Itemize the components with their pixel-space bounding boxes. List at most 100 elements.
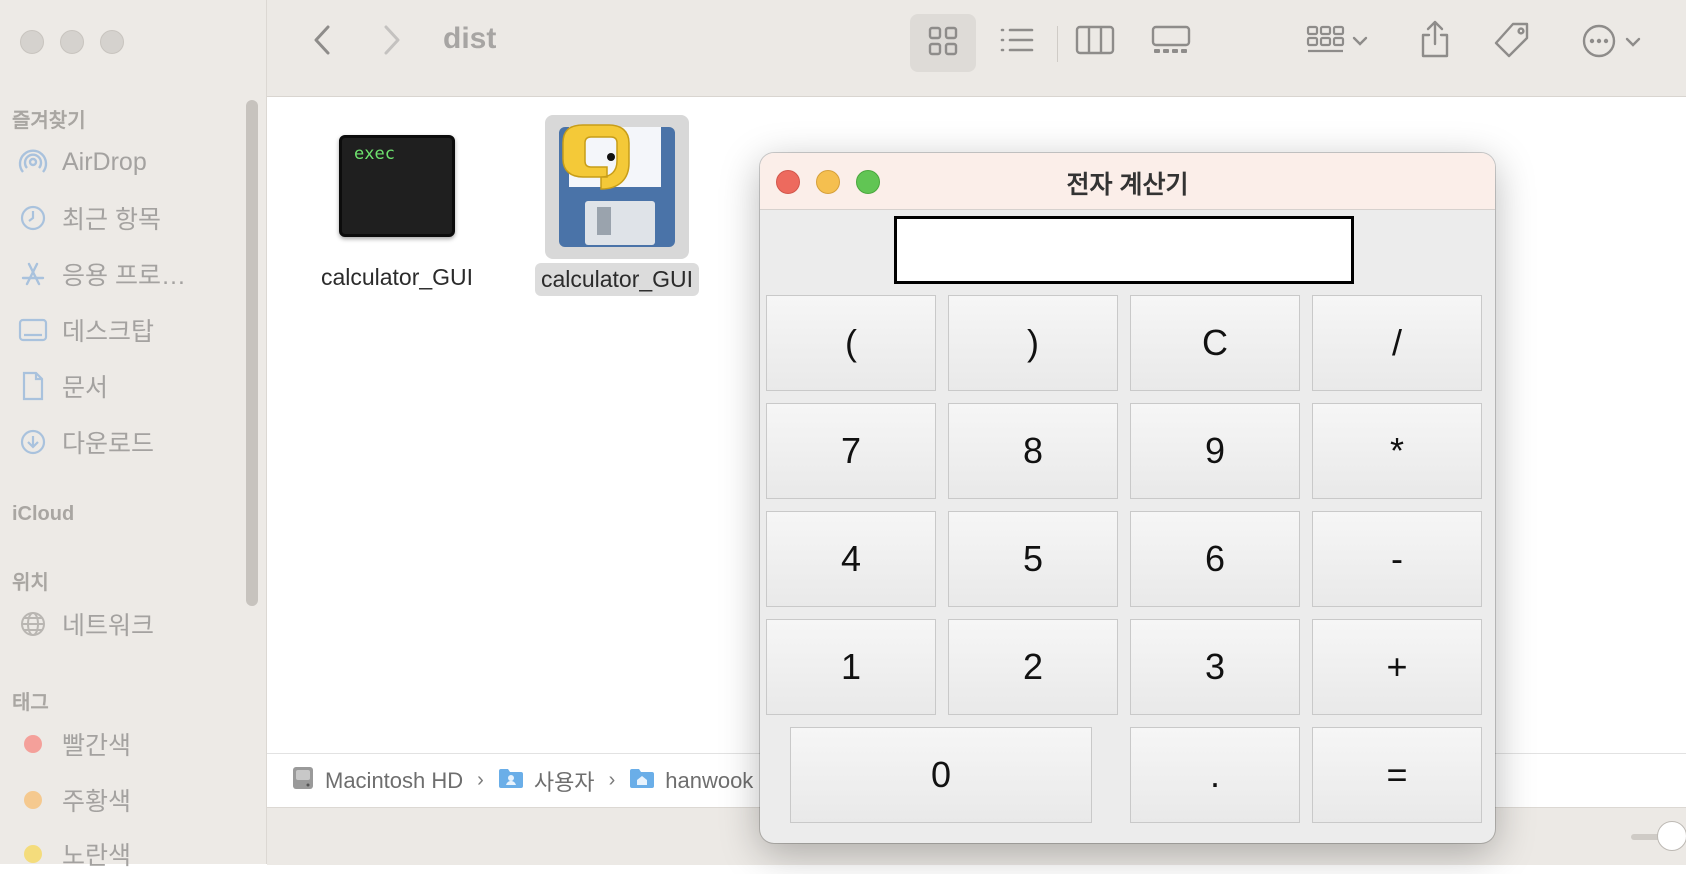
- columns-icon: [1075, 24, 1115, 61]
- folder-title: dist: [443, 22, 497, 55]
- path-segment-home[interactable]: hanwook: [629, 767, 753, 795]
- list-icon: [999, 26, 1035, 59]
- chevron-left-icon: [313, 24, 331, 61]
- ellipsis-circle-icon: [1581, 23, 1617, 64]
- finder-toolbar: dist: [267, 0, 1686, 97]
- sidebar-item-label: 최근 항목: [62, 206, 161, 234]
- key-7[interactable]: 7: [766, 403, 936, 499]
- sidebar-item-label: 네트워크: [62, 612, 155, 640]
- sidebar-item-label: 다운로드: [62, 430, 155, 458]
- sidebar-item-network[interactable]: 네트워크: [18, 604, 154, 644]
- sidebar-item-tag-orange[interactable]: 주황색: [18, 780, 131, 820]
- grid-icon: [927, 25, 959, 62]
- sidebar-item-recents[interactable]: 최근 항목: [18, 198, 161, 238]
- share-icon: [1419, 19, 1451, 64]
- sidebar-item-label: 데스크탑: [62, 318, 155, 346]
- tags-button[interactable]: [1489, 20, 1535, 64]
- sidebar-item-label: 주황색: [62, 788, 132, 816]
- favorites-header: 즐겨찾기: [12, 110, 86, 132]
- sidebar-item-airdrop[interactable]: AirDrop: [18, 142, 147, 182]
- key-close-paren[interactable]: ): [948, 295, 1118, 391]
- sidebar-item-desktop[interactable]: 데스크탑: [18, 310, 154, 350]
- tag-dot-orange-icon: [18, 785, 48, 815]
- icloud-header: iCloud: [12, 503, 75, 525]
- sidebar-item-label: AirDrop: [62, 147, 147, 176]
- exec-terminal-icon: exec: [339, 135, 455, 237]
- finder-sidebar: 즐겨찾기 AirDrop 최근 항목 응용 프로… 데스크탑 문서 다운로드 i…: [0, 0, 267, 870]
- sidebar-item-tag-yellow[interactable]: 노란색: [18, 834, 131, 874]
- window-close-button-inactive[interactable]: [20, 30, 44, 54]
- gallery-view-button[interactable]: [1149, 22, 1193, 62]
- key-open-paren[interactable]: (: [766, 295, 936, 391]
- sidebar-scrollbar[interactable]: [246, 100, 258, 606]
- chevron-right-icon: [383, 24, 401, 61]
- chevron-right-icon: ›: [477, 769, 484, 791]
- gallery-icon: [1151, 24, 1191, 61]
- calculator-display[interactable]: [894, 216, 1354, 284]
- key-3[interactable]: 3: [1130, 619, 1300, 715]
- users-folder-icon: [498, 767, 524, 795]
- key-multiply[interactable]: *: [1312, 403, 1482, 499]
- column-view-button[interactable]: [1073, 22, 1117, 62]
- file-item-exec[interactable]: exec calculator_GUI: [307, 127, 487, 294]
- tag-icon: [1492, 20, 1532, 65]
- path-segment-users[interactable]: 사용자: [498, 765, 595, 797]
- tag-dot-yellow-icon: [18, 839, 48, 869]
- locations-header: 위치: [12, 572, 49, 594]
- sidebar-item-label: 노란색: [62, 842, 132, 870]
- forward-button[interactable]: [377, 24, 407, 60]
- icon-view-button[interactable]: [910, 14, 976, 72]
- key-clear[interactable]: C: [1130, 295, 1300, 391]
- window-minimize-button-inactive[interactable]: [60, 30, 84, 54]
- group-grid-icon: [1306, 24, 1346, 61]
- key-2[interactable]: 2: [948, 619, 1118, 715]
- sidebar-item-label: 문서: [62, 374, 109, 402]
- zoom-slider-knob[interactable]: [1657, 821, 1686, 851]
- calculator-title: 전자 계산기: [1066, 171, 1189, 199]
- globe-icon: [18, 609, 48, 639]
- key-minus[interactable]: -: [1312, 511, 1482, 607]
- sidebar-item-tag-red[interactable]: 빨간색: [18, 724, 131, 764]
- sidebar-item-documents[interactable]: 문서: [18, 366, 108, 406]
- list-view-button[interactable]: [995, 22, 1039, 62]
- key-equals[interactable]: =: [1312, 727, 1482, 823]
- share-button[interactable]: [1413, 18, 1457, 64]
- sidebar-item-applications[interactable]: 응용 프로…: [18, 254, 186, 294]
- key-8[interactable]: 8: [948, 403, 1118, 499]
- clock-icon: [18, 203, 48, 233]
- key-1[interactable]: 1: [766, 619, 936, 715]
- tags-header: 태그: [12, 692, 49, 714]
- sidebar-item-label: 응용 프로…: [62, 262, 186, 290]
- sidebar-item-label: 빨간색: [62, 732, 132, 760]
- file-name-label: calculator_GUI: [534, 263, 700, 296]
- hard-drive-icon: [291, 765, 315, 797]
- window-zoom-button-inactive[interactable]: [100, 30, 124, 54]
- sidebar-item-downloads[interactable]: 다운로드: [18, 422, 154, 462]
- group-by-button[interactable]: [1297, 22, 1377, 62]
- key-decimal[interactable]: .: [1130, 727, 1300, 823]
- back-button[interactable]: [307, 24, 337, 60]
- key-5[interactable]: 5: [948, 511, 1118, 607]
- chevron-right-icon: ›: [608, 769, 616, 791]
- download-icon: [18, 427, 48, 457]
- key-divide[interactable]: /: [1312, 295, 1482, 391]
- chevron-down-icon: [1625, 34, 1641, 52]
- tag-dot-red-icon: [18, 729, 48, 759]
- more-actions-button[interactable]: [1573, 22, 1649, 64]
- desktop-icon: [18, 315, 48, 345]
- key-0[interactable]: 0: [790, 727, 1092, 823]
- path-segment-macintosh-hd[interactable]: Macintosh HD: [291, 765, 463, 797]
- file-name-label: calculator_GUI: [320, 264, 474, 290]
- key-plus[interactable]: +: [1312, 619, 1482, 715]
- chevron-down-icon: [1352, 33, 1368, 51]
- key-4[interactable]: 4: [766, 511, 936, 607]
- key-6[interactable]: 6: [1130, 511, 1300, 607]
- airdrop-icon: [18, 147, 48, 177]
- key-9[interactable]: 9: [1130, 403, 1300, 499]
- home-folder-icon: [629, 767, 655, 795]
- file-item-python-app[interactable]: calculator_GUI: [527, 115, 707, 296]
- toolbar-divider: [1057, 26, 1058, 62]
- calculator-title-bar[interactable]: 전자 계산기: [760, 153, 1495, 210]
- calculator-window: 전자 계산기 ( ) C / 7 8 9 * 4 5 6 - 1 2 3 + 0…: [760, 153, 1495, 843]
- applications-icon: [18, 259, 48, 289]
